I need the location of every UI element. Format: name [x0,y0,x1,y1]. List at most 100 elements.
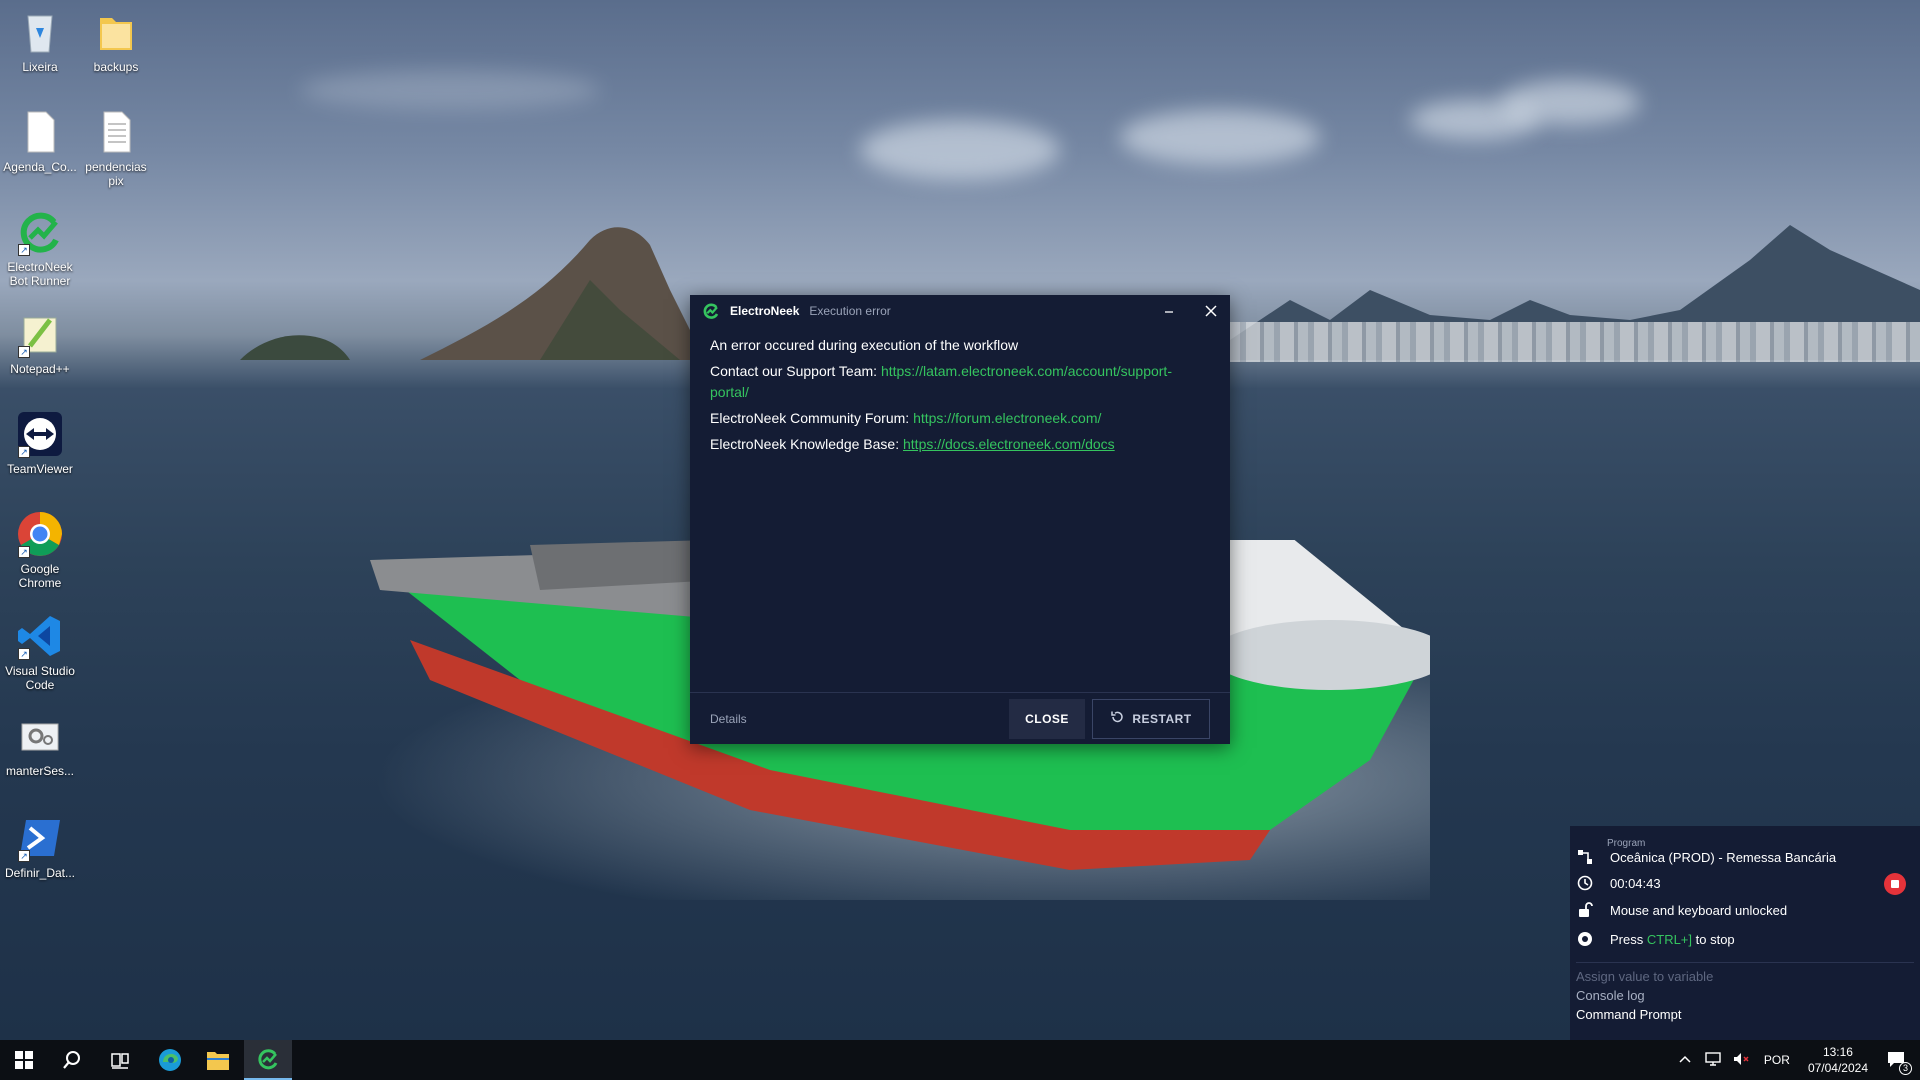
powershell-icon: ↗ [16,814,64,862]
desktop-icon-vscode[interactable]: ↗ Visual Studio Code [0,612,80,692]
details-link[interactable]: Details [710,712,747,726]
desktop-icon-teamviewer[interactable]: ↗ TeamViewer [0,410,80,476]
stop-button[interactable] [1884,873,1906,895]
program-name: Oceânica (PROD) - Remessa Bancária [1610,849,1837,865]
vscode-icon: ↗ [16,612,64,660]
notification-count-badge: 3 [1899,1061,1912,1075]
close-button[interactable]: CLOSE [1009,698,1085,739]
recycle-bin-icon [16,8,64,56]
show-hidden-icons-icon[interactable] [1678,1053,1692,1067]
desktop-icon-backups[interactable]: backups [76,8,156,74]
chrome-icon: ↗ [16,510,64,558]
lock-status: Mouse and keyboard unlocked [1610,902,1788,918]
folder-icon [92,8,140,56]
desktop-icon-pendencias[interactable]: pendencias pix [76,108,156,188]
start-button[interactable] [0,1040,48,1080]
forum-label: ElectroNeek Community Forum: [710,410,910,426]
record-icon [1576,930,1594,948]
electroneek-icon [258,1049,278,1070]
notification-center-button[interactable]: 3 [1886,1050,1912,1075]
forum-line: ElectroNeek Community Forum: https://for… [710,408,1210,429]
restart-icon [1110,710,1124,727]
kb-label: ElectroNeek Knowledge Base: [710,436,900,452]
close-icon[interactable] [1204,304,1218,318]
desktop-icon-label: manterSes... [5,764,75,778]
stop-hint-suffix: to stop [1695,931,1735,947]
restart-button-label: RESTART [1132,711,1192,726]
stop-hint-row: Press CTRL+] to stop [1576,930,1910,948]
kb-link[interactable]: https://docs.electroneek.com/docs [903,436,1115,452]
support-line: Contact our Support Team: https://latam.… [710,361,1210,403]
unlock-icon [1576,901,1594,919]
clock[interactable]: 13:16 07/04/2024 [1808,1044,1868,1076]
log-entry: Console log [1576,988,1645,1003]
error-message: An error occured during execution of the… [710,337,1019,353]
dialog-titlebar[interactable]: ElectroNeek Execution error [690,295,1230,327]
taskbar: POR 13:16 07/04/2024 3 [0,1040,1920,1080]
dialog-app-name: ElectroNeek [730,304,800,318]
desktop-icon-label: Visual Studio Code [5,664,75,692]
desktop-icon-chrome[interactable]: ↗ Google Chrome [0,510,80,590]
stop-hint-prefix: Press [1610,931,1644,947]
workflow-icon [1576,848,1594,866]
desktop-icon-label: Lixeira [22,60,58,74]
log-entry: Command Prompt [1576,1007,1682,1022]
clock-time: 13:16 [1822,1045,1853,1059]
settings-file-icon [16,712,64,760]
electroneek-icon [702,302,720,320]
taskbar-file-explorer[interactable] [194,1040,242,1080]
system-tray: POR 13:16 07/04/2024 3 [1678,1040,1920,1080]
lock-row: Mouse and keyboard unlocked [1576,901,1910,919]
support-label: Contact our Support Team: [710,363,878,379]
program-row: Oceânica (PROD) - Remessa Bancária [1576,848,1910,866]
minimize-icon[interactable] [1162,304,1176,318]
desktop-icon-label: Definir_Dat... [4,866,76,880]
execution-error-dialog: ElectroNeek Execution error An error occ… [690,295,1230,744]
desktop-icon-mantersessao[interactable]: manterSes... [0,712,80,778]
dialog-footer: Details CLOSE RESTART [690,692,1230,744]
edge-icon [159,1049,181,1071]
stop-hint-keys: CTRL+] [1646,931,1693,947]
notepad-plus-plus-icon: ↗ [16,310,64,358]
language-indicator[interactable]: POR [1764,1053,1790,1067]
taskbar-electroneek[interactable] [244,1040,292,1080]
clock-date: 07/04/2024 [1807,1061,1868,1075]
desktop-icon-lixeira[interactable]: Lixeira [0,8,80,74]
document-icon [16,108,64,156]
windows-icon [15,1051,33,1069]
task-view-button[interactable] [96,1040,144,1080]
text-document-icon [92,108,140,156]
desktop-icon-definir-data[interactable]: ↗ Definir_Dat... [0,814,80,880]
taskbar-edge[interactable] [146,1040,194,1080]
desktop-icon-label: Google Chrome [18,562,62,590]
divider [1576,962,1914,963]
network-icon[interactable] [1704,1051,1722,1070]
search-button[interactable] [48,1040,96,1080]
desktop-icon-label: TeamViewer [7,462,73,476]
desktop-icon-label: backups [93,60,139,74]
dialog-body: An error occured during execution of the… [690,327,1230,468]
search-icon [63,1051,80,1069]
desktop-icon-label: Notepad++ [10,362,70,376]
teamviewer-icon: ↗ [16,410,64,458]
desktop-icon-notepadpp[interactable]: ↗ Notepad++ [0,310,80,376]
desktop-icon-label: pendencias pix [85,160,147,188]
forum-link[interactable]: https://forum.electroneek.com/ [913,410,1101,426]
elapsed-row: 00:04:43 [1576,874,1910,892]
kb-line: ElectroNeek Knowledge Base: https://docs… [710,434,1210,455]
folder-icon [207,1052,229,1070]
desktop-icon-label: Agenda_Co... [3,160,77,174]
desktop-icon-electroneek[interactable]: ↗ ElectroNeek Bot Runner [0,208,80,288]
desktop-icon-label: ElectroNeek Bot Runner [7,260,73,288]
dialog-subtitle: Execution error [809,304,891,318]
close-button-label: CLOSE [1025,711,1069,726]
bot-runner-panel: Program Oceânica (PROD) - Remessa Bancár… [1570,826,1920,1040]
desktop-icon-agenda[interactable]: Agenda_Co... [0,108,80,174]
elapsed-time: 00:04:43 [1610,875,1661,891]
task-view-icon [111,1053,129,1069]
volume-muted-icon[interactable] [1732,1051,1750,1070]
clock-icon [1576,874,1594,892]
electroneek-icon: ↗ [16,208,64,256]
restart-button[interactable]: RESTART [1092,698,1210,739]
log-entry: Assign value to variable [1576,969,1714,984]
